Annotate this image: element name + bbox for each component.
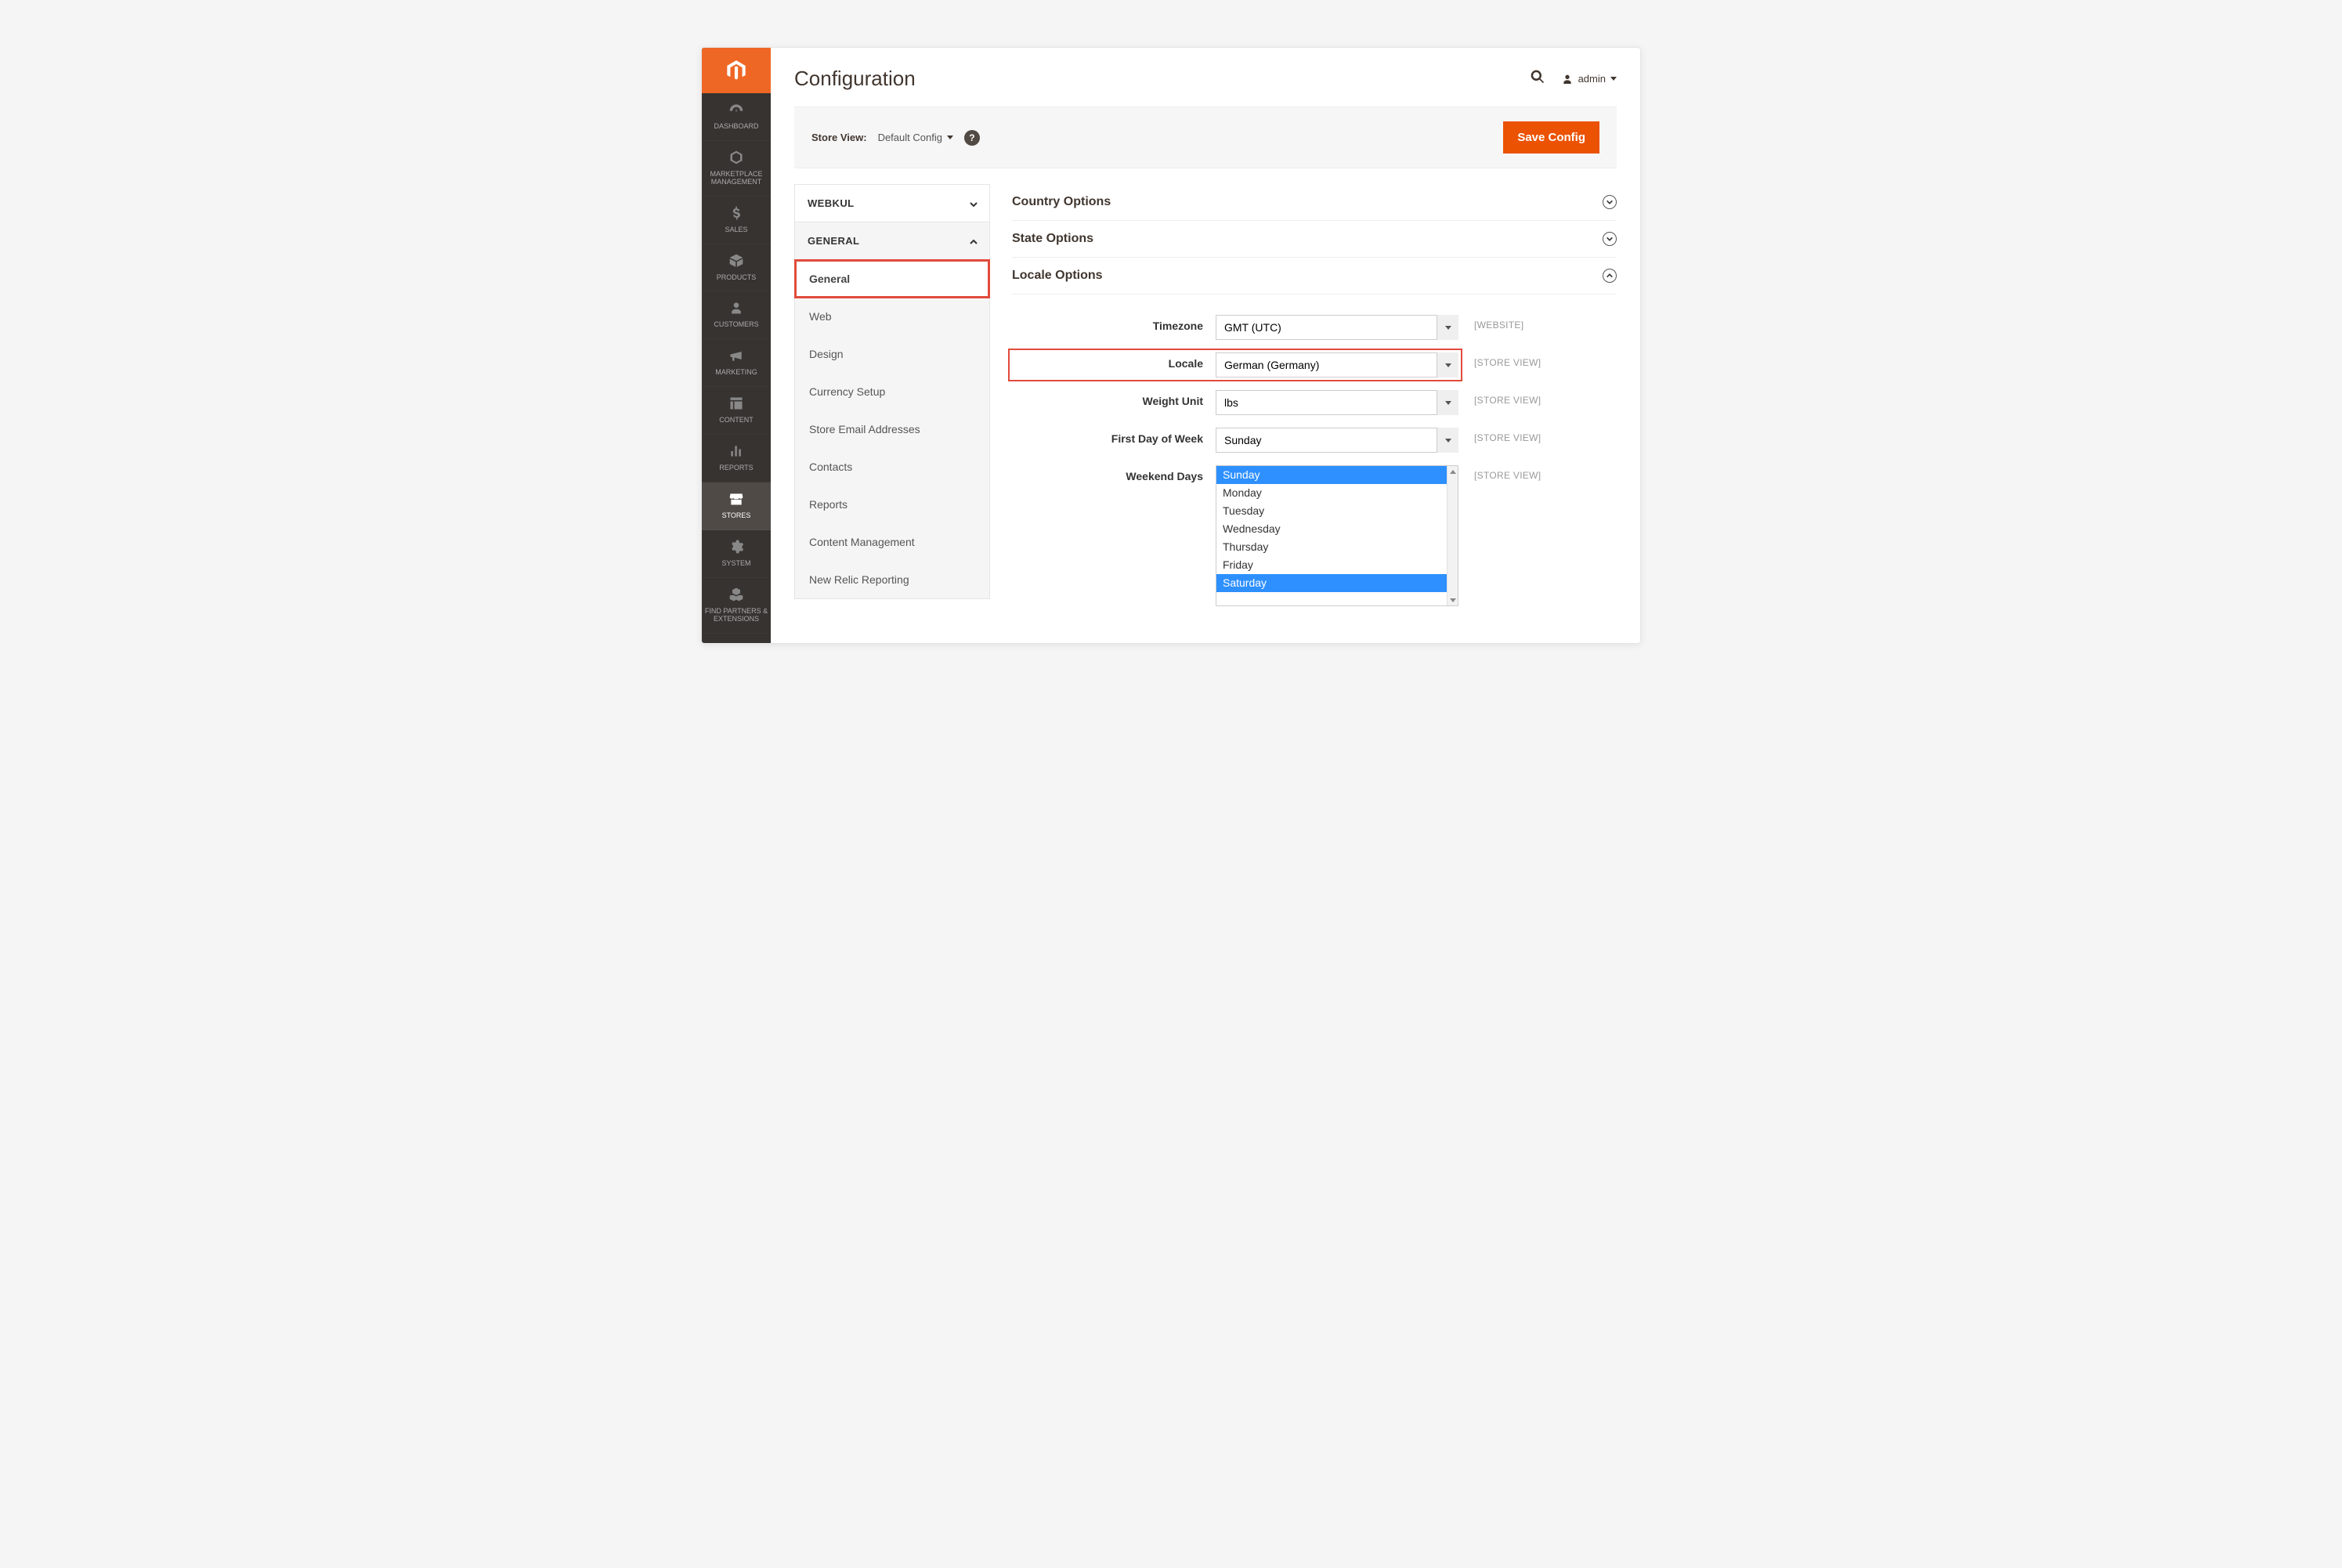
config-item-cms[interactable]: Content Management (795, 523, 989, 561)
config-group-general[interactable]: GENERAL (795, 222, 989, 259)
magento-logo[interactable] (702, 48, 771, 93)
storefront-icon (728, 490, 745, 508)
dollar-icon (728, 204, 745, 222)
box-icon (728, 252, 745, 269)
nav-marketing[interactable]: MARKETING (702, 339, 771, 387)
nav-products[interactable]: PRODUCTS (702, 244, 771, 292)
config-group-webkul[interactable]: WEBKUL (795, 185, 989, 222)
weight-label: Weight Unit (1012, 390, 1216, 407)
field-firstday: First Day of Week Sunday [STORE VIEW] (1012, 421, 1617, 459)
scrollbar[interactable] (1447, 466, 1458, 605)
locale-label: Locale (1012, 352, 1216, 378)
nav-marketplace[interactable]: MARKETPLACE MANAGEMENT (702, 141, 771, 197)
nav-content[interactable]: CONTENT (702, 387, 771, 435)
firstday-select[interactable]: Sunday (1216, 428, 1458, 453)
firstday-scope: [STORE VIEW] (1458, 428, 1568, 443)
config-item-web[interactable]: Web (795, 298, 989, 335)
help-icon[interactable]: ? (964, 130, 980, 146)
chevron-up-icon (969, 237, 977, 245)
field-locale: Locale German (Germany) [STORE VIEW] (1012, 346, 1617, 384)
nav-dashboard[interactable]: DASHBOARD (702, 93, 771, 141)
weight-scope: [STORE VIEW] (1458, 390, 1568, 406)
field-weekend: Weekend Days Sunday Monday Tuesday Wedne… (1012, 459, 1617, 612)
main-pane: Configuration admin Store View: Default … (771, 48, 1640, 643)
timezone-label: Timezone (1012, 315, 1216, 332)
save-config-button[interactable]: Save Config (1503, 121, 1599, 154)
scope-selector[interactable]: Default Config (878, 132, 953, 143)
section-country-options[interactable]: Country Options (1012, 184, 1617, 221)
weekend-option[interactable]: Thursday (1216, 538, 1458, 556)
nav-customers[interactable]: CUSTOMERS (702, 291, 771, 339)
layout-icon (728, 395, 745, 412)
timezone-scope: [WEBSITE] (1458, 315, 1568, 331)
nav-reports[interactable]: REPORTS (702, 435, 771, 482)
chevron-down-icon (969, 200, 977, 208)
scroll-down-icon[interactable] (1447, 594, 1458, 605)
person-icon (728, 299, 745, 316)
locale-select[interactable]: German (Germany) (1216, 352, 1458, 378)
search-icon[interactable] (1530, 69, 1545, 89)
config-item-newrelic[interactable]: New Relic Reporting (795, 561, 989, 598)
page-header: Configuration admin (771, 48, 1640, 99)
config-item-design[interactable]: Design (795, 335, 989, 373)
weekend-option[interactable]: Saturday (1216, 574, 1458, 592)
collapse-icon (1603, 269, 1617, 283)
nav-sales[interactable]: SALES (702, 197, 771, 244)
chevron-down-icon (1610, 77, 1617, 81)
weekend-option[interactable]: Tuesday (1216, 502, 1458, 520)
dropdown-icon (1437, 315, 1458, 340)
dropdown-icon (1437, 390, 1458, 415)
nav-partners[interactable]: FIND PARTNERS & EXTENSIONS (702, 578, 771, 634)
dropdown-icon (1437, 352, 1458, 378)
nav-stores[interactable]: STORES (702, 482, 771, 530)
config-content: Country Options State Options Locale Opt… (990, 184, 1617, 612)
scope-toolbar: Store View: Default Config ? Save Config (794, 107, 1617, 168)
weekend-scope: [STORE VIEW] (1458, 465, 1568, 481)
firstday-label: First Day of Week (1012, 428, 1216, 445)
username: admin (1578, 73, 1606, 85)
timezone-select[interactable]: GMT (UTC) (1216, 315, 1458, 340)
scroll-up-icon[interactable] (1447, 466, 1458, 477)
config-item-contacts[interactable]: Contacts (795, 448, 989, 486)
hexagon-icon (728, 149, 745, 166)
boxes-icon (728, 586, 745, 603)
bars-icon (728, 443, 745, 460)
expand-icon (1603, 232, 1617, 246)
admin-nav-rail: DASHBOARD MARKETPLACE MANAGEMENT SALES P… (702, 48, 771, 643)
config-item-reports[interactable]: Reports (795, 486, 989, 523)
nav-system[interactable]: SYSTEM (702, 530, 771, 578)
chevron-down-icon (947, 135, 953, 139)
weekend-multiselect[interactable]: Sunday Monday Tuesday Wednesday Thursday… (1216, 465, 1458, 606)
config-item-general[interactable]: General (795, 260, 989, 298)
field-timezone: Timezone GMT (UTC) [WEBSITE] (1012, 309, 1617, 346)
megaphone-icon (728, 347, 745, 364)
config-item-email[interactable]: Store Email Addresses (795, 410, 989, 448)
config-item-currency[interactable]: Currency Setup (795, 373, 989, 410)
expand-icon (1603, 195, 1617, 209)
field-weight: Weight Unit lbs [STORE VIEW] (1012, 384, 1617, 421)
section-locale-options[interactable]: Locale Options (1012, 258, 1617, 294)
section-state-options[interactable]: State Options (1012, 221, 1617, 258)
weekend-option[interactable]: Monday (1216, 484, 1458, 502)
gear-icon (728, 538, 745, 555)
user-icon (1561, 73, 1574, 85)
weekend-option[interactable]: Wednesday (1216, 520, 1458, 538)
account-menu[interactable]: admin (1561, 73, 1617, 85)
locale-scope: [STORE VIEW] (1458, 352, 1568, 368)
weekend-label: Weekend Days (1012, 465, 1216, 482)
weight-select[interactable]: lbs (1216, 390, 1458, 415)
page-title: Configuration (794, 67, 916, 91)
config-tree: WEBKUL GENERAL General Web Design Curren… (794, 184, 990, 612)
weekend-option[interactable]: Friday (1216, 556, 1458, 574)
gauge-icon (728, 101, 745, 118)
scope-label: Store View: (811, 132, 867, 143)
dropdown-icon (1437, 428, 1458, 453)
weekend-option[interactable]: Sunday (1216, 466, 1458, 484)
